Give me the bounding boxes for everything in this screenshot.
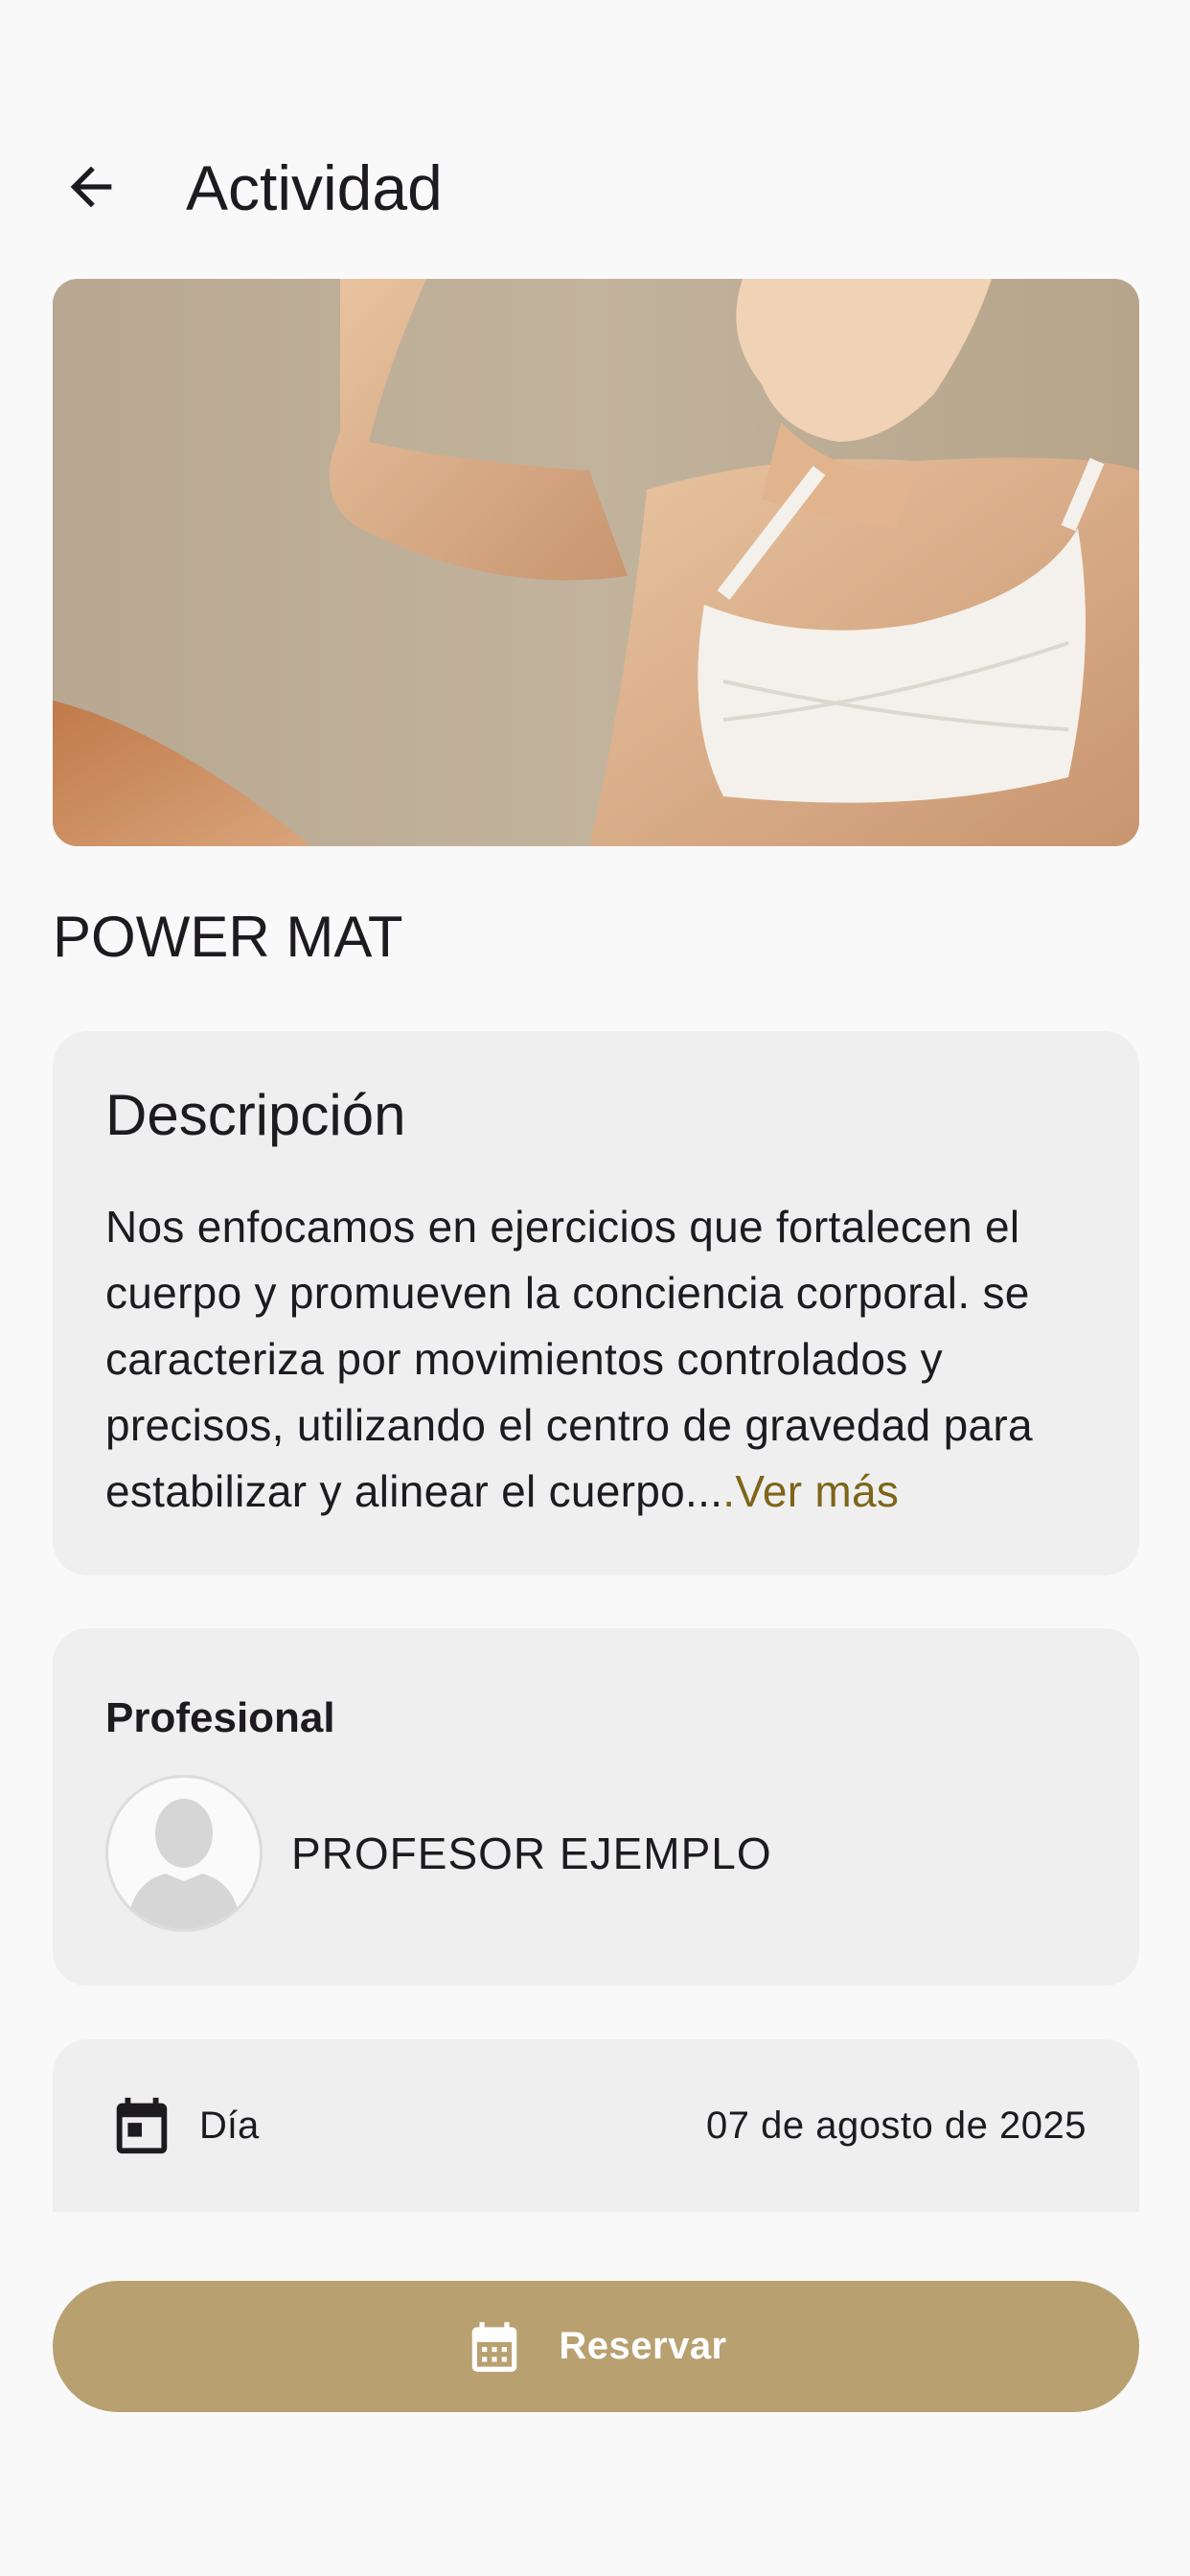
back-button[interactable] <box>53 149 129 225</box>
day-value: 07 de agosto de 2025 <box>705 2104 1087 2147</box>
day-label: Día <box>199 2104 260 2147</box>
see-more-link[interactable]: .Ver más <box>722 1466 899 1516</box>
arrow-back-icon <box>70 166 112 208</box>
activity-name: POWER MAT <box>53 905 403 969</box>
person-placeholder-icon <box>127 1799 240 1929</box>
activity-image <box>53 279 1139 846</box>
calendar-today-icon <box>116 2097 168 2154</box>
reserve-button[interactable]: Reservar <box>53 2281 1139 2412</box>
calendar-month-icon <box>472 2321 517 2372</box>
app-bar: Actividad <box>0 125 1190 249</box>
reserve-label: Reservar <box>559 2325 727 2367</box>
description-text: Nos enfocamos en ejercicios que fortalec… <box>105 1194 1102 1525</box>
professional-name: PROFESOR EJEMPLO <box>291 1828 772 1878</box>
avatar <box>105 1775 263 1932</box>
professional-card: Profesional PROFESOR EJEMPLO <box>53 1628 1139 1986</box>
day-row: Día 07 de agosto de 2025 <box>53 2039 1139 2212</box>
page-title: Actividad <box>186 152 443 223</box>
description-title: Descripción <box>105 1083 406 1147</box>
description-card: Descripción Nos enfocamos en ejercicios … <box>53 1031 1139 1576</box>
professional-label: Profesional <box>105 1694 335 1741</box>
